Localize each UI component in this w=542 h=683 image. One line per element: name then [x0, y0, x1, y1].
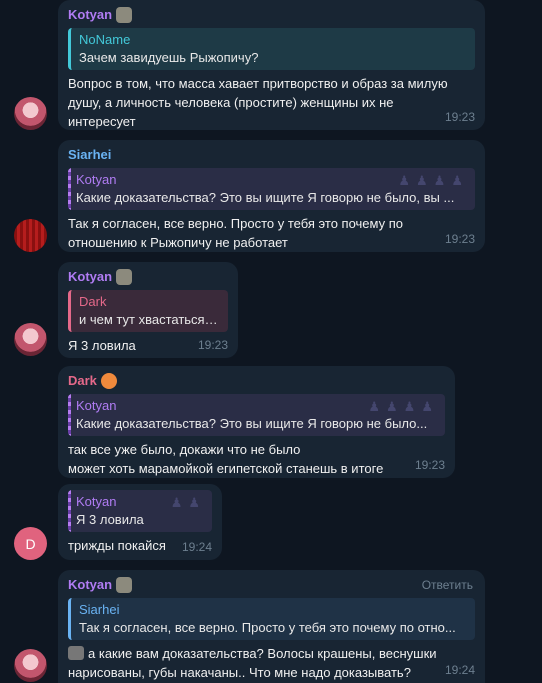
custom-emoji-icon: [68, 646, 84, 660]
avatar[interactable]: [14, 97, 47, 130]
message-time: 19:24: [444, 663, 475, 677]
message-text: а какие вам доказательства? Волосы краше…: [68, 646, 437, 680]
message-text: Вопрос в том, что масса хавает притворст…: [68, 76, 448, 129]
reply-quote[interactable]: Dark и чем тут хвастаться?...: [68, 290, 228, 332]
ghost-emoji-icon: [100, 373, 117, 389]
reply-quote[interactable]: ♟♟♟♟ Kotyan Какие доказательства? Это вы…: [68, 394, 445, 436]
message-time: 19:23: [444, 110, 475, 124]
avatar[interactable]: D: [14, 527, 47, 560]
message-time: 19:23: [414, 458, 445, 472]
message-text: Так я согласен, все верно. Просто у тебя…: [68, 216, 403, 250]
mask-pattern-icon: ♟♟♟♟: [398, 173, 469, 188]
sender-name[interactable]: Kotyan: [68, 268, 228, 286]
mask-pattern-icon: ♟♟♟♟: [368, 399, 439, 414]
reply-quote[interactable]: ♟♟♟♟ Kotyan Какие доказательства? Это вы…: [68, 168, 475, 210]
message-time: 19:23: [444, 232, 475, 246]
message-bubble[interactable]: Kotyan Dark и чем тут хвастаться?... Я 3…: [58, 262, 238, 358]
mask-emoji-icon: [116, 269, 133, 285]
message-bubble[interactable]: Kotyan NoName Зачем завидуешь Рыжопичу? …: [58, 0, 485, 130]
mask-emoji-icon: [116, 577, 133, 593]
sender-name[interactable]: Dark: [68, 372, 445, 390]
message-time: 19:24: [181, 540, 212, 554]
reply-quote[interactable]: NoName Зачем завидуешь Рыжопичу?: [68, 28, 475, 70]
reply-button[interactable]: Ответить: [422, 578, 473, 592]
message-bubble[interactable]: Kotyan Ответить Siarhei Так я согласен, …: [58, 570, 485, 683]
message-time: 19:23: [197, 338, 228, 352]
mask-emoji-icon: [116, 7, 133, 23]
mask-pattern-icon: ♟♟: [170, 495, 206, 510]
message-bubble[interactable]: Dark ♟♟♟♟ Kotyan Какие доказательства? Э…: [58, 366, 455, 478]
avatar[interactable]: [14, 649, 47, 682]
sender-name[interactable]: Siarhei: [68, 146, 475, 164]
reply-quote[interactable]: ♟♟ Kotyan Я 3 ловила: [68, 490, 212, 532]
sender-name[interactable]: Kotyan: [68, 6, 475, 24]
sender-name[interactable]: Kotyan: [68, 576, 475, 594]
avatar[interactable]: [14, 323, 47, 356]
message-text: так все уже было, докажи что не было мож…: [68, 442, 384, 476]
message-bubble[interactable]: ♟♟ Kotyan Я 3 ловила трижды покайся 19:2…: [58, 484, 222, 560]
message-bubble[interactable]: Siarhei ♟♟♟♟ Kotyan Какие доказательства…: [58, 140, 485, 252]
reply-quote[interactable]: Siarhei Так я согласен, все верно. Прост…: [68, 598, 475, 640]
avatar[interactable]: [14, 219, 47, 252]
